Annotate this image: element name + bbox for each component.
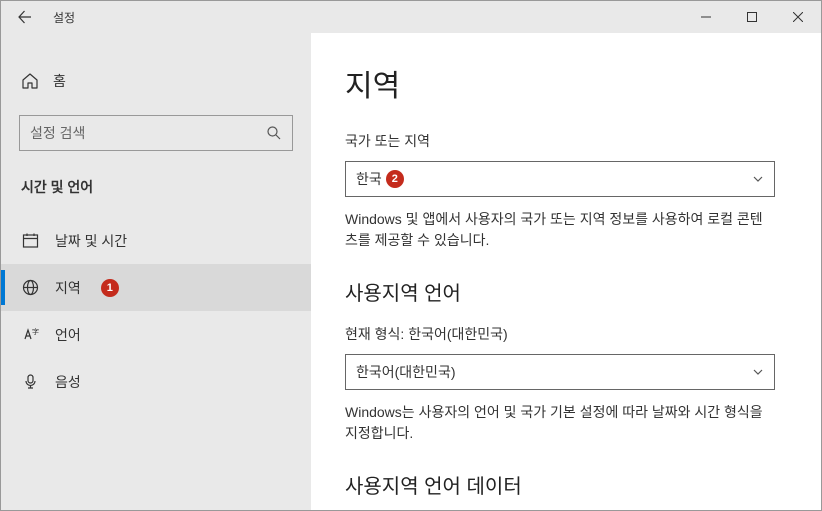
country-description: Windows 및 앱에서 사용자의 국가 또는 지역 정보를 사용하여 로컬 … <box>345 209 775 251</box>
sidebar-item-label: 날짜 및 시간 <box>55 231 127 251</box>
home-icon <box>21 72 39 90</box>
country-dropdown-value: 한국 <box>356 169 382 189</box>
microphone-icon <box>21 373 39 391</box>
main-area: 홈 설정 검색 시간 및 언어 날짜 및 시간 지역 1 <box>1 33 821 510</box>
chevron-down-icon <box>752 366 764 378</box>
search-placeholder: 설정 검색 <box>30 123 266 143</box>
sidebar-item-label: 언어 <box>55 325 81 345</box>
calendar-icon <box>21 232 39 250</box>
regional-format-group: 현재 형식: 한국어(대한민국) 한국어(대한민국) Windows는 사용자의… <box>345 324 787 444</box>
regional-format-dropdown[interactable]: 한국어(대한민국) <box>345 354 775 390</box>
globe-icon <box>21 279 39 297</box>
search-icon <box>266 125 282 141</box>
step-badge-1: 1 <box>101 279 119 297</box>
minimize-icon <box>701 12 711 22</box>
close-icon <box>793 12 803 22</box>
country-setting-group: 국가 또는 지역 한국 2 Windows 및 앱에서 사용자의 국가 또는 지… <box>345 131 787 251</box>
sidebar-item-label: 음성 <box>55 372 81 392</box>
regional-data-title: 사용지역 언어 데이터 <box>345 470 787 499</box>
regional-format-value: 한국어(대한민국) <box>356 362 752 382</box>
sidebar-item-datetime[interactable]: 날짜 및 시간 <box>1 217 311 264</box>
search-input[interactable]: 설정 검색 <box>19 115 293 151</box>
language-icon: 字 <box>21 326 39 344</box>
arrow-left-icon <box>17 9 33 25</box>
home-button[interactable]: 홈 <box>1 61 311 101</box>
window-title: 설정 <box>53 9 75 26</box>
current-format-label: 현재 형식: 한국어(대한민국) <box>345 324 787 344</box>
sidebar-item-region[interactable]: 지역 1 <box>1 264 311 311</box>
page-title: 지역 <box>345 61 787 105</box>
country-dropdown[interactable]: 한국 2 <box>345 161 775 197</box>
sidebar-item-language[interactable]: 字 언어 <box>1 311 311 358</box>
chevron-down-icon <box>752 173 764 185</box>
close-button[interactable] <box>775 1 821 33</box>
nav-list: 날짜 및 시간 지역 1 字 언어 음 <box>1 217 311 405</box>
content-area: 지역 국가 또는 지역 한국 2 Windows 및 앱에서 사용자의 국가 또… <box>311 33 821 510</box>
svg-text:字: 字 <box>32 327 39 336</box>
home-label: 홈 <box>53 71 66 91</box>
regional-format-description: Windows는 사용자의 언어 및 국가 기본 설정에 따라 날짜와 시간 형… <box>345 402 775 444</box>
titlebar-left: 설정 <box>1 1 75 33</box>
country-label: 국가 또는 지역 <box>345 131 787 151</box>
minimize-button[interactable] <box>683 1 729 33</box>
regional-format-title: 사용지역 언어 <box>345 277 787 306</box>
sidebar-item-label: 지역 <box>55 278 81 298</box>
sidebar: 홈 설정 검색 시간 및 언어 날짜 및 시간 지역 1 <box>1 33 311 510</box>
titlebar: 설정 <box>1 1 821 33</box>
sidebar-section-header: 시간 및 언어 <box>1 165 311 211</box>
step-badge-2: 2 <box>386 170 404 188</box>
back-button[interactable] <box>9 1 41 33</box>
sidebar-item-speech[interactable]: 음성 <box>1 358 311 405</box>
maximize-icon <box>747 12 757 22</box>
maximize-button[interactable] <box>729 1 775 33</box>
window-controls <box>683 1 821 33</box>
